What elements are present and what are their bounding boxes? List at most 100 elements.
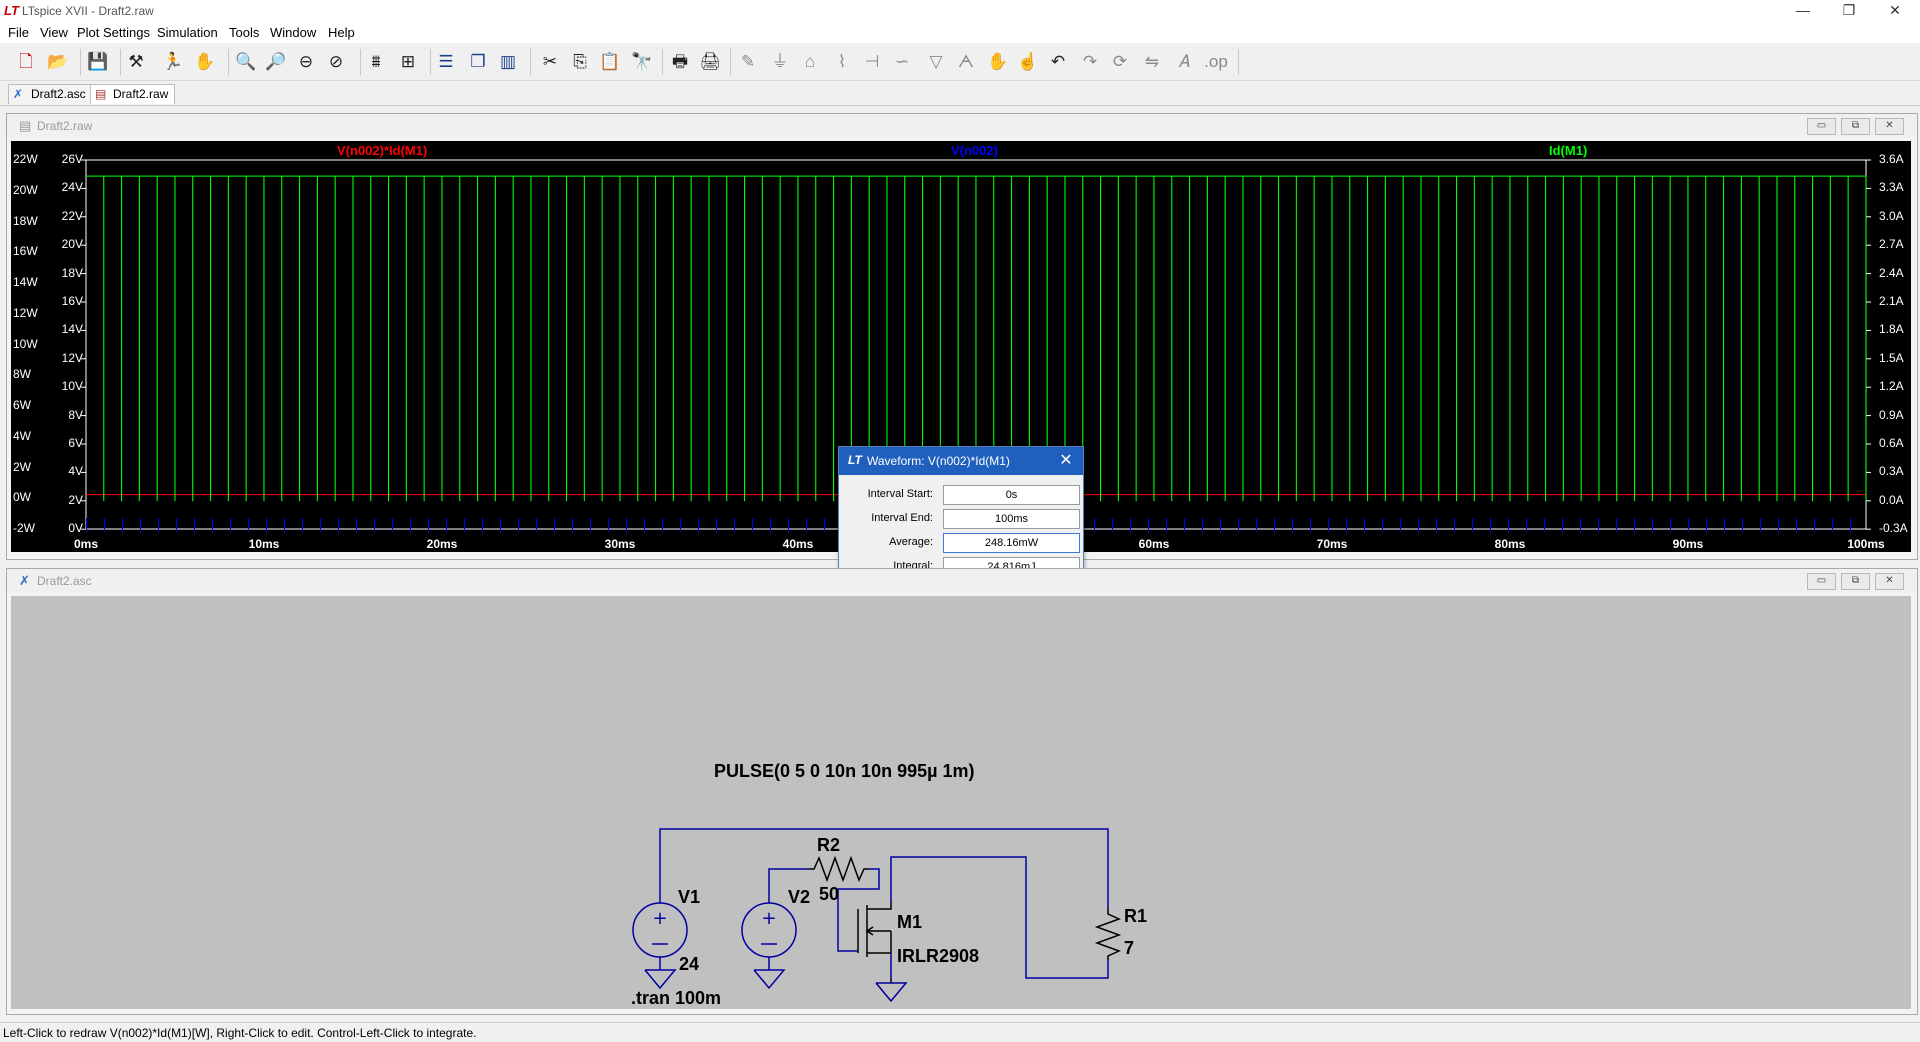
zoom-in-icon[interactable]: 🔍 — [234, 50, 258, 74]
r2-value[interactable]: 50 — [819, 884, 839, 905]
m1-name[interactable]: M1 — [897, 912, 922, 933]
inductor-icon[interactable]: ∽ — [890, 50, 914, 74]
paste-icon[interactable]: 📋 — [598, 50, 622, 74]
cascade-icon[interactable]: ❐ — [466, 50, 490, 74]
print-icon[interactable]: 🖨 — [698, 50, 722, 74]
find-icon[interactable]: 🔭 — [630, 50, 654, 74]
cut-icon[interactable]: ✂ — [538, 50, 562, 74]
tab-draft2-raw[interactable]: ▤ Draft2.raw — [90, 84, 176, 104]
r1-value[interactable]: 7 — [1124, 938, 1134, 959]
resistor-icon[interactable]: ⌇ — [830, 50, 854, 74]
zoom-out-icon[interactable]: ⊖ — [294, 50, 318, 74]
rotate-icon[interactable]: ⟳ — [1108, 50, 1132, 74]
y-tick-voltage: 22V — [61, 208, 83, 223]
copy-icon[interactable]: ⎘ — [568, 50, 592, 74]
y-tick-power: 18W — [13, 213, 38, 228]
y-tick-current: 3.3A — [1879, 180, 1904, 195]
x-tick: 20ms — [426, 537, 458, 551]
move-icon[interactable]: ✋ — [986, 50, 1010, 74]
print-setup-icon[interactable]: 🖶 — [668, 50, 692, 74]
y-tick-current: 2.7A — [1879, 237, 1904, 252]
run-icon[interactable]: 🏃 — [161, 50, 185, 74]
menu-window[interactable]: Window — [270, 25, 316, 40]
average-field[interactable]: 248.16mW — [943, 533, 1080, 553]
v1-name[interactable]: V1 — [678, 887, 700, 908]
tab-draft2-asc[interactable]: ✗ Draft2.asc — [8, 84, 93, 104]
v2-voltage-source-icon[interactable]: + — [741, 902, 797, 990]
plot-close-icon[interactable]: ✕ — [1875, 118, 1904, 135]
interval-start-label: Interval Start: — [867, 488, 933, 500]
menu-help[interactable]: Help — [328, 25, 355, 40]
manual-limits-icon[interactable]: ⊞ — [396, 50, 420, 74]
r1-resistor-icon[interactable] — [1094, 908, 1122, 960]
menu-bar: File View Plot Settings Simulation Tools… — [0, 22, 1920, 43]
v2-name[interactable]: V2 — [788, 887, 810, 908]
tile-horizontal-icon[interactable]: ☰ — [434, 50, 458, 74]
interval-end-field[interactable]: 100ms — [943, 509, 1080, 529]
label-net-icon[interactable]: ⌂ — [798, 50, 822, 74]
component-icon[interactable]: ᗅ — [954, 50, 978, 74]
schematic-close-icon[interactable]: ✕ — [1875, 573, 1904, 590]
plot-minimize-icon[interactable]: ▭ — [1807, 118, 1836, 135]
pulse-definition[interactable]: PULSE(0 5 0 10n 10n 995µ 1m) — [714, 761, 975, 782]
dialog-close-icon[interactable]: ✕ — [1055, 450, 1077, 472]
new-schematic-icon[interactable]: 🗋 — [14, 50, 38, 74]
r1-name[interactable]: R1 — [1124, 906, 1147, 927]
menu-tools[interactable]: Tools — [229, 25, 259, 40]
ground-icon — [875, 982, 908, 1003]
schematic-canvas[interactable]: + + PULSE(0 5 0 10n 10n 995µ 1m) V1 24 V… — [11, 596, 1911, 1009]
draw-wire-icon[interactable]: ✎ — [736, 50, 760, 74]
menu-file[interactable]: File — [8, 25, 29, 40]
y-tick-voltage: 0V — [68, 521, 83, 536]
v1-value[interactable]: 24 — [679, 954, 699, 975]
m1-model[interactable]: IRLR2908 — [897, 946, 979, 967]
schematic-window-titlebar: ✗ Draft2.asc ▭ ⧉ ✕ — [7, 569, 1917, 593]
y-tick-power: 2W — [13, 459, 31, 474]
zoom-area-icon[interactable]: 🔎 — [264, 50, 288, 74]
r2-name[interactable]: R2 — [817, 835, 840, 856]
ground-icon[interactable]: ⏚ — [768, 50, 792, 74]
redo-icon[interactable]: ↷ — [1078, 50, 1102, 74]
spice-directive-icon[interactable]: .op — [1204, 50, 1228, 74]
diode-icon[interactable]: ▽ — [924, 50, 948, 74]
x-tick: 90ms — [1672, 537, 1704, 551]
x-tick: 70ms — [1316, 537, 1348, 551]
y-tick-current: 2.1A — [1879, 294, 1904, 308]
v1-voltage-source-icon[interactable]: + — [632, 902, 688, 990]
y-tick-power: 14W — [13, 275, 38, 289]
zoom-fit-icon[interactable]: ⊘ — [324, 50, 348, 74]
schematic-minimize-icon[interactable]: ▭ — [1807, 573, 1836, 590]
menu-plot-settings[interactable]: Plot Settings — [77, 25, 150, 40]
svg-text:+: + — [761, 908, 776, 929]
schematic-restore-icon[interactable]: ⧉ — [1841, 573, 1870, 590]
dialog-titlebar: LT Waveform: V(n002)*Id(M1) ✕ — [839, 447, 1083, 475]
tran-directive[interactable]: .tran 100m — [631, 988, 721, 1009]
save-icon[interactable]: 💾 — [86, 50, 110, 74]
y-tick-voltage: 8V — [68, 407, 83, 422]
minimize-icon[interactable]: — — [1780, 0, 1826, 22]
drag-icon[interactable]: ☝ — [1016, 50, 1040, 74]
y-tick-power: 22W — [13, 152, 38, 166]
mirror-icon[interactable]: ⇋ — [1140, 50, 1164, 74]
close-icon[interactable]: ✕ — [1872, 0, 1918, 22]
pan-icon[interactable]: ✋ — [193, 50, 217, 74]
open-icon[interactable]: 📂 — [46, 50, 70, 74]
y-tick-current: 3.6A — [1879, 152, 1904, 166]
interval-start-field[interactable]: 0s — [943, 485, 1080, 505]
undo-icon[interactable]: ↶ — [1046, 50, 1070, 74]
plot-restore-icon[interactable]: ⧉ — [1841, 118, 1870, 135]
menu-view[interactable]: View — [40, 25, 68, 40]
wire-top[interactable] — [659, 828, 1109, 908]
r2-resistor-icon[interactable] — [809, 855, 869, 883]
text-icon[interactable]: 𝐴 — [1172, 50, 1196, 74]
capacitor-icon[interactable]: ⊣ — [860, 50, 884, 74]
y-tick-current: 0.6A — [1879, 436, 1904, 450]
tile-vertical-icon[interactable]: ▥ — [496, 50, 520, 74]
y-tick-power: 8W — [13, 367, 31, 382]
autorange-icon[interactable]: ⩩ — [364, 50, 388, 74]
control-panel-icon[interactable]: ⚒ — [124, 50, 148, 74]
schematic-icon: ✗ — [19, 573, 30, 588]
menu-simulation[interactable]: Simulation — [157, 25, 218, 40]
title-bar: LT LTspice XVII - Draft2.raw — ❐ ✕ — [0, 0, 1920, 22]
restore-icon[interactable]: ❐ — [1826, 0, 1872, 22]
